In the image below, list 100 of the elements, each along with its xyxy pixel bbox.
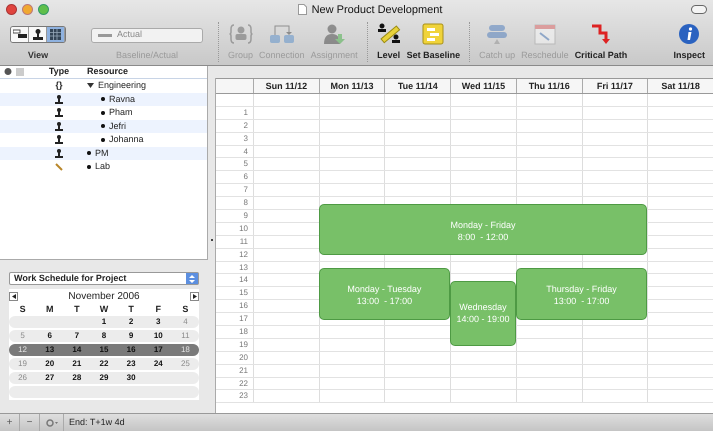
- calendar-icon: [534, 22, 556, 44]
- hour-label: 13: [238, 262, 249, 274]
- person-icon: [55, 148, 63, 158]
- day-number[interactable]: 10: [144, 330, 172, 342]
- day-number[interactable]: 7: [63, 330, 90, 342]
- hour-label: 2: [242, 120, 249, 132]
- toolbar-toggle-button[interactable]: [691, 5, 707, 14]
- gear-icon: [46, 418, 58, 426]
- minimize-button[interactable]: [22, 4, 33, 16]
- resource-name[interactable]: Engineering: [98, 79, 146, 92]
- toolbar-button[interactable]: Critical Path: [572, 22, 630, 62]
- hour-label: 16: [238, 300, 249, 312]
- bullet-icon: [101, 97, 105, 102]
- comment-icon: [4, 68, 12, 76]
- add-button[interactable]: +: [0, 414, 20, 431]
- hour-label: 15: [238, 287, 249, 300]
- toolbar-label: View: [28, 48, 48, 62]
- resource-name[interactable]: Jefri: [109, 120, 126, 133]
- zoom-button[interactable]: [38, 4, 49, 16]
- stacked-bars-icon: [485, 22, 510, 44]
- day-number[interactable]: 28: [63, 372, 90, 384]
- hour-label: 5: [242, 158, 249, 170]
- previous-month-button[interactable]: [9, 292, 18, 300]
- hour-label: 17: [238, 313, 249, 326]
- popup-arrows-icon: [186, 273, 198, 284]
- day-number[interactable]: 8: [90, 330, 118, 342]
- day-number[interactable]: 29: [90, 372, 118, 384]
- inspect-button[interactable]: Inspect: [673, 22, 705, 62]
- schedule-popup[interactable]: Work Schedule for Project: [9, 272, 199, 285]
- block-time: 8:00 - 12:00: [458, 230, 508, 243]
- week-row[interactable]: 19 20 21 22 23 24 25: [9, 358, 199, 370]
- day-number[interactable]: 2: [118, 316, 145, 328]
- column-header[interactable]: Resource: [81, 65, 128, 79]
- hour-label: 8: [242, 197, 249, 210]
- hour-label: 9: [242, 210, 249, 222]
- block-title: Monday - Friday: [450, 218, 516, 231]
- path-arrow-icon: [590, 22, 612, 44]
- day-number[interactable]: 14: [63, 344, 90, 356]
- week-row[interactable]: 1 2 3 4: [9, 316, 199, 328]
- info-icon: [678, 22, 700, 44]
- day-number[interactable]: 24: [144, 358, 172, 370]
- resource-name[interactable]: PM: [95, 146, 108, 160]
- day-number[interactable]: 9: [118, 330, 145, 342]
- day-number[interactable]: 15: [90, 344, 118, 356]
- block-title: Thursday - Friday: [546, 283, 617, 296]
- close-button[interactable]: [6, 4, 17, 16]
- day-header: Tue 11/14: [384, 79, 450, 93]
- hour-label: 19: [238, 338, 249, 351]
- hour-label: 20: [238, 352, 249, 364]
- resource-name[interactable]: Pham: [109, 106, 133, 120]
- week-row[interactable]: 12 13 14 15 16 17 18: [9, 344, 199, 356]
- weekday-label: S: [181, 303, 190, 316]
- day-number[interactable]: 20: [36, 358, 64, 370]
- block-time: 13:00 - 17:00: [356, 295, 412, 308]
- hour-label: 4: [242, 146, 249, 158]
- resource-name[interactable]: Ravna: [109, 92, 136, 106]
- column-header[interactable]: Type: [37, 65, 81, 79]
- remove-button[interactable]: −: [20, 414, 40, 431]
- gantt-bars-icon: [12, 29, 26, 39]
- day-number[interactable]: 21: [63, 358, 90, 370]
- weekday-label: T: [73, 303, 81, 316]
- block-time: 13:00 - 17:00: [554, 295, 610, 308]
- day-number[interactable]: 13: [36, 344, 64, 356]
- weekday-label: W: [98, 303, 110, 316]
- day-header: Wed 11/15: [450, 79, 516, 93]
- day-number[interactable]: 23: [118, 358, 145, 370]
- day-number[interactable]: 3: [144, 316, 172, 328]
- week-row[interactable]: 26 27 28 29 30: [9, 372, 199, 384]
- person-icon: [55, 122, 63, 131]
- bullet-icon: [87, 164, 91, 169]
- day-header: Fri 11/17: [582, 79, 648, 93]
- person-icon: [55, 108, 63, 118]
- day-number[interactable]: 22: [90, 358, 118, 370]
- day-header: Thu 11/16: [516, 79, 582, 93]
- end-summary: End: T+1w 4d: [68, 416, 125, 429]
- bullet-icon: [101, 124, 105, 128]
- week-row[interactable]: 5 6 7 8 9 10 11: [9, 330, 199, 342]
- view-segment[interactable]: [11, 26, 29, 42]
- right-triangle-icon: [192, 294, 196, 298]
- resource-name[interactable]: Lab: [95, 160, 110, 174]
- day-number[interactable]: 30: [118, 372, 145, 384]
- form-icon: [422, 22, 444, 44]
- view-segment[interactable]: [29, 26, 47, 42]
- day-number[interactable]: 1: [90, 316, 118, 328]
- day-number[interactable]: 27: [36, 372, 64, 384]
- expanded-triangle-icon[interactable]: [87, 82, 94, 90]
- document-icon: [298, 4, 307, 16]
- day-header: Sun 11/12: [253, 79, 319, 93]
- next-month-button[interactable]: [190, 292, 199, 300]
- weekday-label: F: [154, 303, 162, 316]
- window-title: New Product Development: [312, 2, 442, 18]
- hour-label: 10: [238, 222, 249, 235]
- day-number[interactable]: 17: [144, 344, 172, 356]
- resource-name[interactable]: Johanna: [109, 133, 144, 146]
- day-number[interactable]: 6: [36, 330, 64, 342]
- day-number[interactable]: 16: [118, 344, 145, 356]
- hour-label: 7: [242, 184, 249, 196]
- toolbar-button[interactable]: Level: [374, 22, 404, 62]
- toolbar-button[interactable]: Set Baseline: [404, 22, 464, 62]
- checkbox-column-icon: [16, 68, 24, 76]
